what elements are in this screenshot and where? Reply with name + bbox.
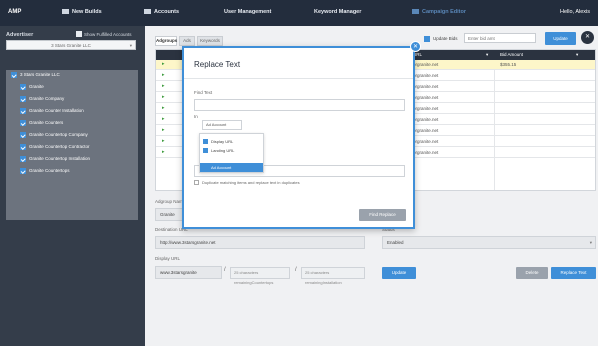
column-menu-icon[interactable]: ▾ <box>486 50 488 60</box>
checkbox-checked-icon[interactable] <box>20 144 26 150</box>
tree-item[interactable]: Granite Company <box>6 94 138 104</box>
adgroup-name-label: Adgroup Name <box>155 199 186 204</box>
path-separator: / <box>295 267 297 273</box>
sidebar: Advertiser Show Fulfilled Accounts 3 Sta… <box>0 26 145 346</box>
in-label: In <box>194 114 198 119</box>
display-path-2-field[interactable]: 25 characters remainingInstallation <box>301 267 365 285</box>
show-fulfilled-toggle[interactable]: Show Fulfilled Accounts <box>76 31 132 37</box>
find-text-label: Find Text <box>194 90 213 95</box>
top-nav-bar: AMP New Builds Accounts User Management … <box>0 0 598 26</box>
tab-adgroups[interactable]: Adgroups <box>155 36 177 46</box>
display-url-field[interactable]: www.3starsgranite <box>155 266 222 279</box>
expand-arrow-icon[interactable]: ▸ <box>162 61 165 67</box>
checkbox-checked-icon <box>203 139 208 144</box>
field-options-list: Display URL Landing URL Ad Account <box>199 133 264 173</box>
expand-arrow-icon[interactable]: ▸ <box>162 149 165 155</box>
checkbox-icon <box>76 31 82 37</box>
option-ad-account[interactable]: Ad Account <box>200 163 263 172</box>
tree-item-account[interactable]: 3 Stars Granite LLC <box>6 70 138 80</box>
destination-url-field[interactable]: http://www.3starsgranite.net <box>155 236 365 249</box>
checkbox-checked-icon <box>203 148 208 153</box>
expand-arrow-icon[interactable]: ▸ <box>162 138 165 144</box>
column-menu-icon[interactable]: ▾ <box>576 50 578 60</box>
app-logo[interactable]: AMP <box>8 9 21 15</box>
tree-item[interactable]: Granite <box>6 82 138 92</box>
checkbox-checked-icon[interactable] <box>11 72 17 78</box>
update-bids-button[interactable]: Update <box>545 32 576 45</box>
expand-arrow-icon[interactable]: ▸ <box>162 105 165 111</box>
expand-arrow-icon[interactable]: ▸ <box>162 127 165 133</box>
duplicate-checkbox[interactable] <box>194 180 199 185</box>
tree-item[interactable]: Granite Countertops <box>6 166 138 176</box>
replace-text-button[interactable]: Replace Text <box>551 267 596 279</box>
tree-item[interactable]: Granite Counters <box>6 118 138 128</box>
nav-campaign-editor[interactable]: Campaign Editor <box>412 9 466 15</box>
tree-item[interactable]: Granite Counter Installation <box>6 106 138 116</box>
close-icon[interactable]: ✕ <box>410 41 421 52</box>
nav-keyword-manager[interactable]: Keyword Manager <box>314 9 361 15</box>
display-url-label: Display URL <box>155 256 181 261</box>
column-header-bid[interactable]: Bid Amount <box>500 50 523 60</box>
accounts-icon <box>144 9 151 14</box>
divider <box>184 78 413 79</box>
checkbox-checked-icon[interactable] <box>20 168 26 174</box>
expand-arrow-icon[interactable]: ▸ <box>162 94 165 100</box>
account-select[interactable]: 3 Stars Granite LLC ▾ <box>6 40 136 50</box>
tree-item[interactable]: Granite Countertop Installation <box>6 154 138 164</box>
expand-arrow-icon[interactable]: ▸ <box>162 83 165 89</box>
editor-icon <box>412 9 419 14</box>
display-path-1-field[interactable]: 25 characters remainingCountertops <box>230 267 290 285</box>
update-bids-checkbox[interactable] <box>424 36 430 42</box>
tab-keywords[interactable]: Keywords <box>197 36 223 46</box>
close-icon[interactable]: ✕ <box>581 31 594 44</box>
update-button[interactable]: Update <box>382 267 416 279</box>
checkbox-checked-icon[interactable] <box>20 132 26 138</box>
expand-arrow-icon[interactable]: ▸ <box>162 72 165 78</box>
replace-text-dialog: Replace Text Find Text In Ad Account Dis… <box>182 46 415 229</box>
delete-button[interactable]: Delete <box>516 267 548 279</box>
checkbox-checked-icon[interactable] <box>20 156 26 162</box>
checkbox-checked-icon[interactable] <box>20 108 26 114</box>
chevron-down-icon: ▾ <box>589 240 592 245</box>
bid-amount-input[interactable] <box>464 33 536 43</box>
path-separator: / <box>224 267 226 273</box>
status-select[interactable]: Enabled ▾ <box>382 236 596 249</box>
tree-item[interactable]: Granite Countertop Contractor <box>6 142 138 152</box>
expand-arrow-icon[interactable]: ▸ <box>162 116 165 122</box>
update-bids-label: Update Bids <box>433 36 458 41</box>
dialog-title: Replace Text <box>194 60 241 69</box>
tree-item[interactable]: Granite Countertop Company <box>6 130 138 140</box>
sidebar-heading: Advertiser <box>6 32 34 38</box>
nav-accounts[interactable]: Accounts <box>144 9 179 15</box>
checkbox-checked-icon[interactable] <box>20 120 26 126</box>
campaign-tree: 3 Stars Granite LLC Granite Granite Comp… <box>6 70 138 220</box>
checkbox-checked-icon[interactable] <box>20 96 26 102</box>
duplicate-checkbox-label: Duplicate matching items and replace tex… <box>202 180 300 185</box>
find-text-input[interactable] <box>194 99 405 111</box>
tools-icon <box>62 9 69 14</box>
nav-new-builds[interactable]: New Builds <box>62 9 102 15</box>
tab-ads[interactable]: Ads <box>179 36 195 46</box>
in-field-select[interactable]: Ad Account <box>202 120 242 130</box>
option-display-url[interactable]: Display URL <box>200 137 263 146</box>
find-replace-button[interactable]: Find Replace <box>359 209 406 221</box>
nav-user-management[interactable]: User Management <box>224 9 271 15</box>
user-greeting[interactable]: Hello, Alexis <box>560 9 590 15</box>
checkbox-checked-icon[interactable] <box>20 84 26 90</box>
chevron-down-icon: ▾ <box>129 43 132 48</box>
option-landing-url[interactable]: Landing URL <box>200 146 263 155</box>
